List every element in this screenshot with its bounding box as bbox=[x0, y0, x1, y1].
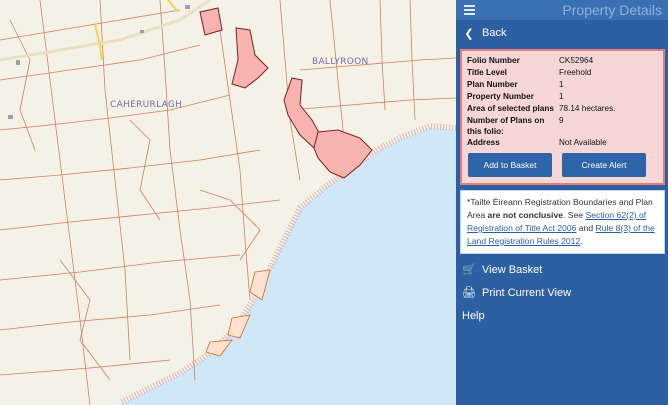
road bbox=[0, 0, 211, 62]
info-row-folio-number: Folio Number CK52964 bbox=[467, 56, 594, 65]
print-current-view-button[interactable]: 🖨 Print Current View bbox=[456, 281, 668, 304]
create-alert-button[interactable]: Create Alert bbox=[562, 153, 646, 177]
view-basket-button[interactable]: 🛒 View Basket bbox=[456, 258, 668, 281]
back-label: Back bbox=[482, 27, 507, 39]
disclaimer-note: *Tailte Éireann Registration Boundaries … bbox=[460, 190, 665, 254]
property-details-panel: Property Details ❮ Back Folio Number CK5… bbox=[456, 0, 668, 405]
info-row-plan-number: Plan Number 1 bbox=[467, 80, 564, 89]
add-to-basket-button[interactable]: Add to Basket bbox=[468, 153, 552, 177]
printer-icon: 🖨 bbox=[462, 287, 476, 299]
help-label: Help bbox=[462, 309, 485, 322]
info-row-area: Area of selected plans 78.14 hectares. bbox=[467, 104, 616, 113]
road-yellow-2 bbox=[167, 0, 179, 13]
info-row-property-number: Property Number 1 bbox=[467, 92, 564, 101]
panel-title: Property Details bbox=[562, 2, 662, 18]
place-label-ballyroon: BALLYROON bbox=[312, 57, 369, 67]
info-row-address: Address Not Available bbox=[467, 138, 607, 147]
place-label-caherurlagh: CAHERURLAGH bbox=[110, 100, 183, 110]
selected-property-parcels[interactable] bbox=[199, 7, 373, 179]
view-basket-label: View Basket bbox=[482, 263, 543, 276]
parcel-1 bbox=[199, 7, 223, 36]
parcel-2 bbox=[231, 27, 269, 89]
help-button[interactable]: Help bbox=[456, 304, 668, 327]
info-row-number-of-plans: Number of Plans on this folio: 9 bbox=[467, 116, 564, 136]
map-view[interactable]: BALLYROON CAHERURLAGH bbox=[0, 0, 456, 405]
sea-area bbox=[120, 128, 456, 405]
menu-icon[interactable] bbox=[459, 0, 479, 20]
map-canvas[interactable] bbox=[0, 0, 456, 405]
folio-action-buttons: Add to Basket Create Alert bbox=[467, 153, 659, 177]
lower-nav: 🛒 View Basket 🖨 Print Current View Help bbox=[456, 258, 668, 327]
shopping-cart-icon: 🛒 bbox=[462, 264, 476, 276]
folio-info-box: Folio Number CK52964 Title Level Freehol… bbox=[460, 49, 665, 185]
chevron-left-icon: ❮ bbox=[464, 27, 474, 40]
back-button[interactable]: ❮ Back bbox=[456, 21, 668, 45]
info-row-title-level: Title Level Freehold bbox=[467, 68, 592, 77]
panel-header: Property Details bbox=[456, 0, 668, 20]
print-label: Print Current View bbox=[482, 286, 572, 299]
